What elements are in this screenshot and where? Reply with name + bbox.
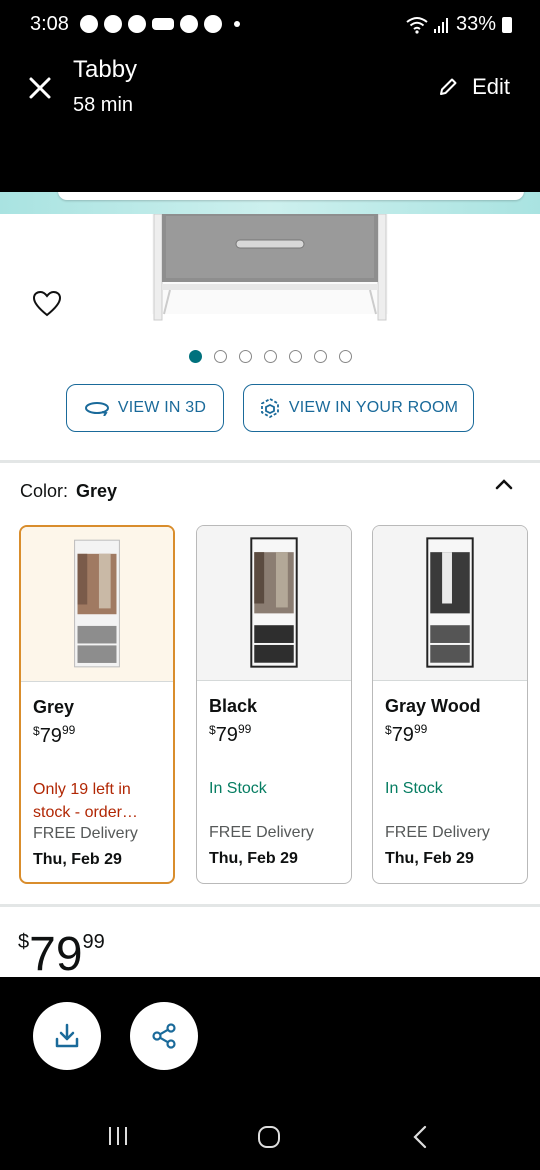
download-icon xyxy=(55,1023,79,1048)
color-label: Color: xyxy=(20,481,69,501)
price-currency: $ xyxy=(209,723,216,737)
variant-name: Black xyxy=(209,696,258,716)
signal-icon xyxy=(433,17,448,33)
price-whole: 79 xyxy=(39,725,62,747)
price-currency: $ xyxy=(33,724,40,738)
variant-name: Gray Wood xyxy=(385,696,481,716)
image-carousel-dots[interactable] xyxy=(189,350,352,363)
wifi-icon xyxy=(406,16,428,34)
carousel-dot[interactable] xyxy=(289,350,302,363)
price-currency: $ xyxy=(385,723,392,737)
heart-icon[interactable] xyxy=(32,290,62,318)
variant-name: Grey xyxy=(33,697,75,717)
product-price: $7999 xyxy=(18,927,105,977)
carousel-dot[interactable] xyxy=(339,350,352,363)
status-time: 3:08 xyxy=(30,13,69,35)
search-bar-edge xyxy=(58,192,524,200)
edit-button[interactable]: Edit xyxy=(438,74,510,100)
price-fraction: 99 xyxy=(82,931,105,953)
product-image[interactable] xyxy=(152,214,388,324)
status-right: 33% xyxy=(406,13,512,36)
variant-stock: In Stock xyxy=(209,780,267,797)
header-title: Tabby xyxy=(73,56,138,83)
back-icon[interactable] xyxy=(410,1124,430,1150)
battery-percent: 33% xyxy=(455,13,496,35)
rotate-3d-icon xyxy=(84,402,109,416)
variant-price: $7999 xyxy=(209,722,251,747)
home-icon[interactable] xyxy=(257,1125,281,1149)
section-divider xyxy=(0,460,540,463)
share-icon xyxy=(152,1023,176,1049)
color-selector-header[interactable]: Color: Grey xyxy=(20,481,117,502)
view-in-your-room-button[interactable]: VIEW IN YOUR ROOM xyxy=(243,384,474,432)
view-in-3d-button[interactable]: VIEW IN 3D xyxy=(66,384,224,432)
product-screenshot: VIEW IN 3D VIEW IN YOUR ROOM Color: Grey … xyxy=(0,192,540,977)
close-icon[interactable] xyxy=(26,74,54,102)
chrome-notification-icon xyxy=(104,15,122,33)
price-fraction: 99 xyxy=(413,722,428,736)
download-button[interactable] xyxy=(33,1002,101,1070)
notification-icons xyxy=(80,15,240,33)
selected-color-value: Grey xyxy=(76,481,118,501)
carousel-dot[interactable] xyxy=(264,350,277,363)
pencil-icon xyxy=(440,78,457,95)
price-currency: $ xyxy=(18,931,30,953)
variant-price: $7999 xyxy=(385,722,427,747)
ar-cube-icon xyxy=(260,397,279,419)
section-divider xyxy=(0,904,540,907)
variant-image xyxy=(21,527,173,682)
price-whole: 79 xyxy=(391,724,414,746)
carousel-dot[interactable] xyxy=(314,350,327,363)
chrome-notification-icon xyxy=(180,15,198,33)
variant-card-gray-wood[interactable]: Gray Wood $7999 In Stock FREE Delivery T… xyxy=(372,525,528,884)
chrome-notification-icon xyxy=(204,15,222,33)
share-button[interactable] xyxy=(130,1002,198,1070)
status-bar: 3:08 33% xyxy=(0,0,540,52)
more-notifications-dot-icon xyxy=(234,21,240,27)
variant-stock: Only 19 left in stock - order… xyxy=(33,781,138,821)
chat-notification-icon xyxy=(80,15,98,33)
variant-delivery: FREE Delivery xyxy=(385,824,490,841)
variant-price: $7999 xyxy=(33,723,75,748)
price-whole: 79 xyxy=(215,724,238,746)
people-notification-icon xyxy=(152,18,174,30)
price-fraction: 99 xyxy=(61,723,76,737)
variant-delivery: FREE Delivery xyxy=(209,824,314,841)
variant-delivery: FREE Delivery xyxy=(33,825,138,842)
variant-image xyxy=(197,526,351,681)
viewer-header: Tabby 58 min Edit xyxy=(0,52,540,192)
edit-label: Edit xyxy=(472,74,510,99)
variant-delivery-date: Thu, Feb 29 xyxy=(33,851,122,868)
recent-apps-icon[interactable] xyxy=(106,1124,130,1148)
battery-icon xyxy=(502,16,512,33)
header-subtitle: 58 min xyxy=(73,94,134,116)
variant-card-grey[interactable]: Grey $7999 Only 19 left in stock - order… xyxy=(19,525,175,884)
variant-card-black[interactable]: Black $7999 In Stock FREE Delivery Thu, … xyxy=(196,525,352,884)
carousel-dot[interactable] xyxy=(214,350,227,363)
view-in-your-room-label: VIEW IN YOUR ROOM xyxy=(288,399,459,416)
variant-delivery-date: Thu, Feb 29 xyxy=(385,850,474,867)
variant-delivery-date: Thu, Feb 29 xyxy=(209,850,298,867)
view-in-3d-label: VIEW IN 3D xyxy=(117,399,207,416)
price-fraction: 99 xyxy=(237,722,252,736)
variant-stock: In Stock xyxy=(385,780,443,797)
carousel-dot[interactable] xyxy=(189,350,202,363)
carousel-dot[interactable] xyxy=(239,350,252,363)
chevron-up-icon[interactable] xyxy=(494,477,514,491)
variant-image xyxy=(373,526,527,681)
price-whole: 79 xyxy=(29,928,83,977)
chrome-notification-icon xyxy=(128,15,146,33)
